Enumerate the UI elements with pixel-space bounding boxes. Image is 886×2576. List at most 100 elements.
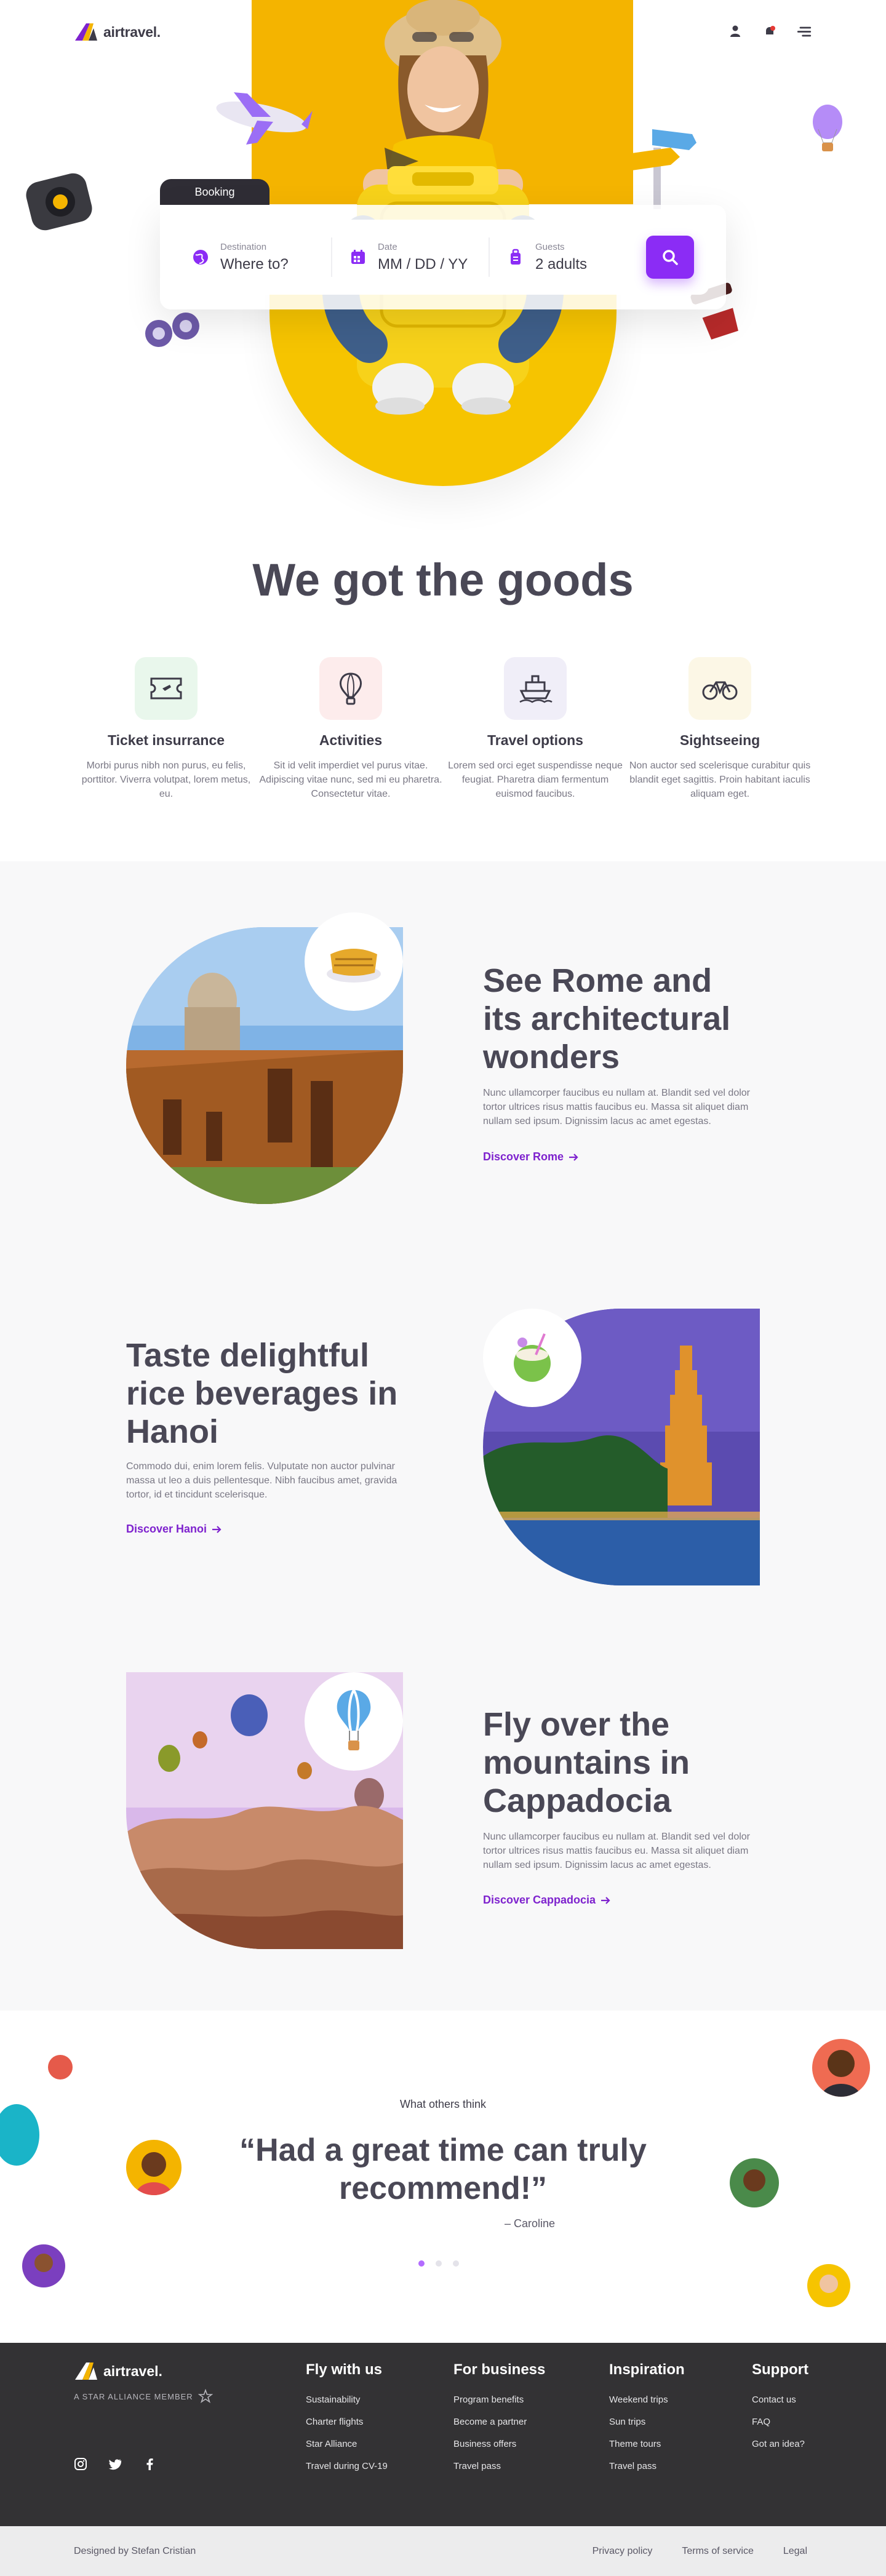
twitter-icon[interactable] [108,2457,122,2471]
guests-label: Guests [535,241,565,252]
binoculars-icon [145,313,199,347]
feature-title: Ticket insurrance [107,732,225,748]
menu-icon[interactable] [796,23,812,39]
feature-text: Morbi purus nibh non purus, eu felis, po… [81,760,251,799]
footer-link[interactable]: Charter flights [306,2417,388,2427]
signpost-icon [628,129,696,209]
feature-text: Lorem sed orci eget suspendisse neque fe… [448,760,623,799]
brand-logo[interactable]: airtravel. [74,22,161,42]
date-value: MM / DD / YY [378,255,468,273]
destination-label: Destination [220,241,267,252]
social-links [74,2457,156,2471]
hanoi-badge [483,1309,581,1407]
hanoi-text: Commodo dui, enim lorem felis. Vulputate… [126,1461,397,1500]
footer-link[interactable]: Become a partner [453,2417,545,2427]
footer-column-title: Inspiration [609,2361,685,2378]
user-icon[interactable] [727,23,743,39]
privacy-policy-link[interactable]: Privacy policy [593,2546,653,2557]
hero-section: airtravel. Booking Destination Where to?… [0,0,886,861]
avatar [22,2244,65,2287]
discover-rome-label: Discover Rome [483,1150,564,1163]
rome-text: Nunc ullamcorper faucibus eu nullam at. … [483,1088,751,1127]
footer-column-business: For business Program benefits Become a p… [453,2361,545,2483]
booking-tab[interactable]: Booking [160,179,269,205]
destination-field[interactable]: Destination Where to? [192,237,331,277]
ship-icon [519,675,553,703]
rome-title: See Rome and its architectural wonders [483,962,731,1075]
terms-of-service-link[interactable]: Terms of service [682,2546,753,2557]
guests-field[interactable]: Guests 2 adults [489,237,646,277]
luggage-icon [511,249,521,265]
feature-title: Activities [319,732,383,748]
colosseum-icon [327,949,381,983]
hanoi-title: Taste delightful rice beverages in Hanoi [126,1337,398,1450]
date-field[interactable]: Date MM / DD / YY [331,237,489,277]
legal-links: Privacy policy Terms of service Legal [593,2546,807,2557]
footer-column-fly: Fly with us Sustainability Charter fligh… [306,2361,388,2483]
brand-name: airtravel. [103,23,161,40]
avatar [807,2264,850,2307]
feature-icon-bg [688,657,751,720]
footer: airtravel. A STAR ALLIANCE MEMBER Fly wi… [0,2343,886,2526]
hot-air-balloon-icon [337,1689,371,1750]
footer-link[interactable]: Theme tours [609,2439,685,2449]
arrow-right-icon [569,1153,578,1161]
carousel-dot[interactable] [418,2260,425,2267]
search-button[interactable] [646,236,694,279]
testimonial-author: – Caroline [505,2217,556,2230]
discover-cappadocia-link[interactable]: Discover Cappadocia [483,1894,610,1907]
guests-value: 2 adults [535,255,588,273]
footer-link[interactable]: FAQ [752,2417,808,2427]
footer-column-title: Fly with us [306,2361,383,2378]
destinations-section: See Rome and its architectural wonders N… [0,861,886,2011]
carousel-dot[interactable] [436,2260,442,2267]
feature-ticket-insurance: Ticket insurrance Morbi purus nibh non p… [74,657,258,801]
footer-link[interactable]: Travel during CV-19 [306,2461,388,2471]
footer-column-title: For business [453,2361,546,2378]
airplane-icon [216,92,313,145]
footer-link[interactable]: Got an idea? [752,2439,808,2449]
feature-icon-bg [319,657,382,720]
cappadocia-badge [305,1672,403,1771]
instagram-icon[interactable] [74,2457,87,2471]
carousel-dot[interactable] [453,2260,459,2267]
arrow-right-icon [601,1896,610,1904]
feature-title: Sightseeing [679,732,760,748]
booking-card: Destination Where to? Date MM / DD / YY … [160,205,726,309]
footer-link[interactable]: Weekend trips [609,2395,685,2405]
feature-text: Non auctor sed scelerisque curabitur qui… [629,760,811,799]
globe-icon [193,250,208,265]
footer-link[interactable]: Program benefits [453,2395,545,2405]
coconut-drink-icon [514,1333,551,1382]
ticket-icon [150,677,182,700]
discover-rome-link[interactable]: Discover Rome [483,1150,578,1163]
discover-hanoi-link[interactable]: Discover Hanoi [126,1523,222,1536]
footer-link[interactable]: Contact us [752,2395,808,2405]
discover-cappadocia-label: Discover Cappadocia [483,1894,596,1906]
facebook-icon[interactable] [143,2457,156,2471]
cappadocia-title: Fly over the mountains in Cappadocia [483,1706,690,1819]
footer-link[interactable]: Business offers [453,2439,545,2449]
cappadocia-text: Nunc ullamcorper faucibus eu nullam at. … [483,1832,751,1870]
rome-badge [305,912,403,1011]
legal-link[interactable]: Legal [783,2546,807,2557]
design-credit: Designed by Stefan Cristian [74,2546,196,2556]
search-icon [663,250,678,265]
footer-link[interactable]: Sustainability [306,2395,388,2405]
balloon-icon [813,105,842,151]
avatar [126,2140,182,2195]
discover-hanoi-label: Discover Hanoi [126,1523,207,1535]
avatar [48,2055,73,2080]
footer-link[interactable]: Star Alliance [306,2439,388,2449]
footer-logo[interactable]: airtravel. [74,2361,162,2381]
footer-link[interactable]: Travel pass [609,2461,685,2471]
footer-link[interactable]: Travel pass [453,2461,545,2471]
feature-sightseeing: Sightseeing Non auctor sed scelerisque c… [628,657,812,801]
avatar [0,2104,39,2166]
arrow-right-icon [212,1525,222,1533]
footer-link[interactable]: Sun trips [609,2417,685,2427]
notification-icon[interactable] [762,23,778,39]
feature-icon-bg [504,657,567,720]
bottom-bar: Designed by Stefan Cristian Privacy poli… [0,2526,886,2576]
avatar [730,2158,779,2207]
